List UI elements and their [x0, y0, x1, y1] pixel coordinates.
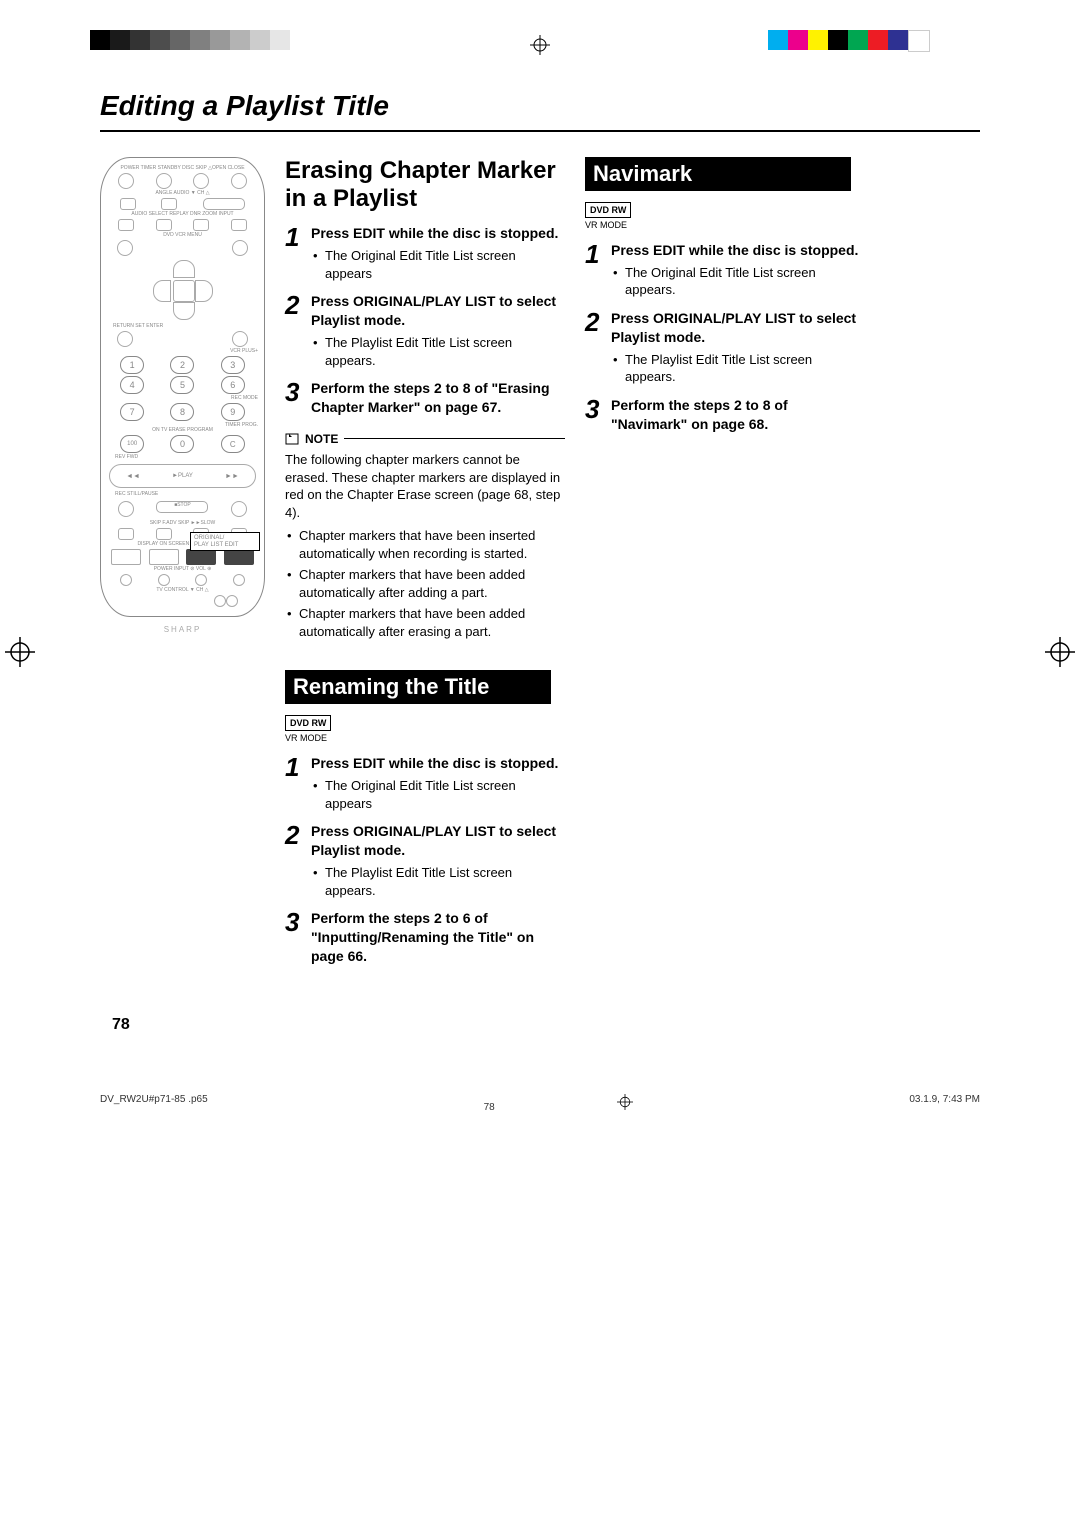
- registration-mark-left: [5, 637, 35, 667]
- step: 3Perform the steps 2 to 8 of "Navimark" …: [585, 396, 865, 434]
- numpad-row-1: 123: [107, 356, 258, 374]
- registration-mark-top: [530, 35, 550, 55]
- step-instruction: Press ORIGINAL/PLAY LIST to select Playl…: [311, 822, 565, 860]
- page-title: Editing a Playlist Title: [100, 70, 980, 132]
- step-number: 2: [285, 822, 311, 899]
- note-label: NOTE: [305, 431, 338, 447]
- step-instruction: Press ORIGINAL/PLAY LIST to select Playl…: [611, 309, 865, 347]
- playback-bar: ◄◄►PLAY►►: [109, 464, 256, 488]
- footer-timestamp: 03.1.9, 7:43 PM: [909, 1094, 980, 1113]
- mode-label: VR MODE: [585, 219, 865, 231]
- remote-illustration-column: POWER TIMER STANDBY DISC SKIP △OPEN CLOS…: [100, 157, 265, 976]
- note-bullet: Chapter markers that have been added aut…: [285, 566, 565, 601]
- step-result: The Original Edit Title List screen appe…: [311, 247, 565, 282]
- step: 1Press EDIT while the disc is stopped. Th…: [585, 241, 865, 299]
- step-instruction: Perform the steps 2 to 8 of "Navimark" o…: [611, 396, 865, 434]
- step-number: 2: [585, 309, 611, 386]
- step-instruction: Press ORIGINAL/PLAY LIST to select Playl…: [311, 292, 565, 330]
- playlist-button-highlight: [186, 549, 216, 565]
- step: 3Perform the steps 2 to 6 of "Inputting/…: [285, 909, 565, 966]
- step-result: The Playlist Edit Title List screen appe…: [611, 351, 865, 386]
- step-instruction: Perform the steps 2 to 8 of "Erasing Cha…: [311, 379, 565, 417]
- step-number: 2: [285, 292, 311, 369]
- note-bullet: Chapter markers that have been added aut…: [285, 605, 565, 640]
- step-result: The Original Edit Title List screen appe…: [311, 777, 565, 812]
- mode-label: VR MODE: [285, 732, 565, 744]
- note-intro: The following chapter markers cannot be …: [285, 451, 565, 521]
- step-instruction: Press EDIT while the disc is stopped.: [311, 754, 565, 773]
- step: 3Perform the steps 2 to 8 of "Erasing Ch…: [285, 379, 565, 417]
- step: 2Press ORIGINAL/PLAY LIST to select Play…: [285, 292, 565, 369]
- step: 2Press ORIGINAL/PLAY LIST to select Play…: [285, 822, 565, 899]
- step: 1Press EDIT while the disc is stopped. Th…: [285, 754, 565, 812]
- edit-button-highlight: [224, 549, 254, 565]
- step-instruction: Press EDIT while the disc is stopped.: [311, 224, 565, 243]
- section-heading-erasing: Erasing Chapter Marker in a Playlist: [285, 157, 565, 212]
- dpad: [153, 260, 213, 320]
- printer-marks: [0, 0, 1080, 70]
- step-number: 3: [285, 379, 311, 417]
- footer-file: DV_RW2U#p71-85 .p65: [100, 1094, 208, 1113]
- disc-badge: DVD RW: [585, 202, 631, 218]
- footer: DV_RW2U#p71-85 .p65 78 03.1.9, 7:43 PM: [100, 1094, 980, 1143]
- column-left: Erasing Chapter Marker in a Playlist 1Pr…: [285, 157, 565, 976]
- note-block: NOTE The following chapter markers canno…: [285, 431, 565, 641]
- remote-control-diagram: POWER TIMER STANDBY DISC SKIP △OPEN CLOS…: [100, 157, 265, 617]
- numpad-row-4: 1000C: [107, 435, 258, 453]
- step: 2Press ORIGINAL/PLAY LIST to select Play…: [585, 309, 865, 386]
- disc-badge: DVD RW: [285, 715, 331, 731]
- step-number: 1: [285, 754, 311, 812]
- step-number: 1: [285, 224, 311, 282]
- numpad-row-3: 789: [107, 403, 258, 421]
- step-result: The Playlist Edit Title List screen appe…: [311, 864, 565, 899]
- step-number: 3: [285, 909, 311, 966]
- grayscale-bar: [90, 30, 290, 50]
- registration-mark-bottom: [617, 1094, 633, 1110]
- section-heading-navimark: Navimark: [585, 157, 851, 191]
- page-number: 78: [112, 1016, 980, 1034]
- section-heading-renaming: Renaming the Title: [285, 670, 551, 704]
- step-instruction: Perform the steps 2 to 6 of "Inputting/R…: [311, 909, 565, 966]
- step-number: 1: [585, 241, 611, 299]
- step-result: The Playlist Edit Title List screen appe…: [311, 334, 565, 369]
- note-bullet: Chapter markers that have been inserted …: [285, 527, 565, 562]
- numpad-row-2: 456: [107, 376, 258, 394]
- step: 1Press EDIT while the disc is stopped. Th…: [285, 224, 565, 282]
- step-result: The Original Edit Title List screen appe…: [611, 264, 865, 299]
- color-bar: [768, 30, 930, 50]
- step-instruction: Press EDIT while the disc is stopped.: [611, 241, 865, 260]
- registration-mark-right: [1045, 637, 1075, 667]
- page-content: Editing a Playlist Title POWER TIMER STA…: [100, 70, 980, 1034]
- footer-page: 78: [484, 1102, 495, 1113]
- note-icon: [285, 433, 299, 445]
- step-number: 3: [585, 396, 611, 434]
- brand-logo: SHARP: [107, 625, 258, 634]
- column-right: Navimark DVD RW VR MODE 1Press EDIT whil…: [585, 157, 865, 976]
